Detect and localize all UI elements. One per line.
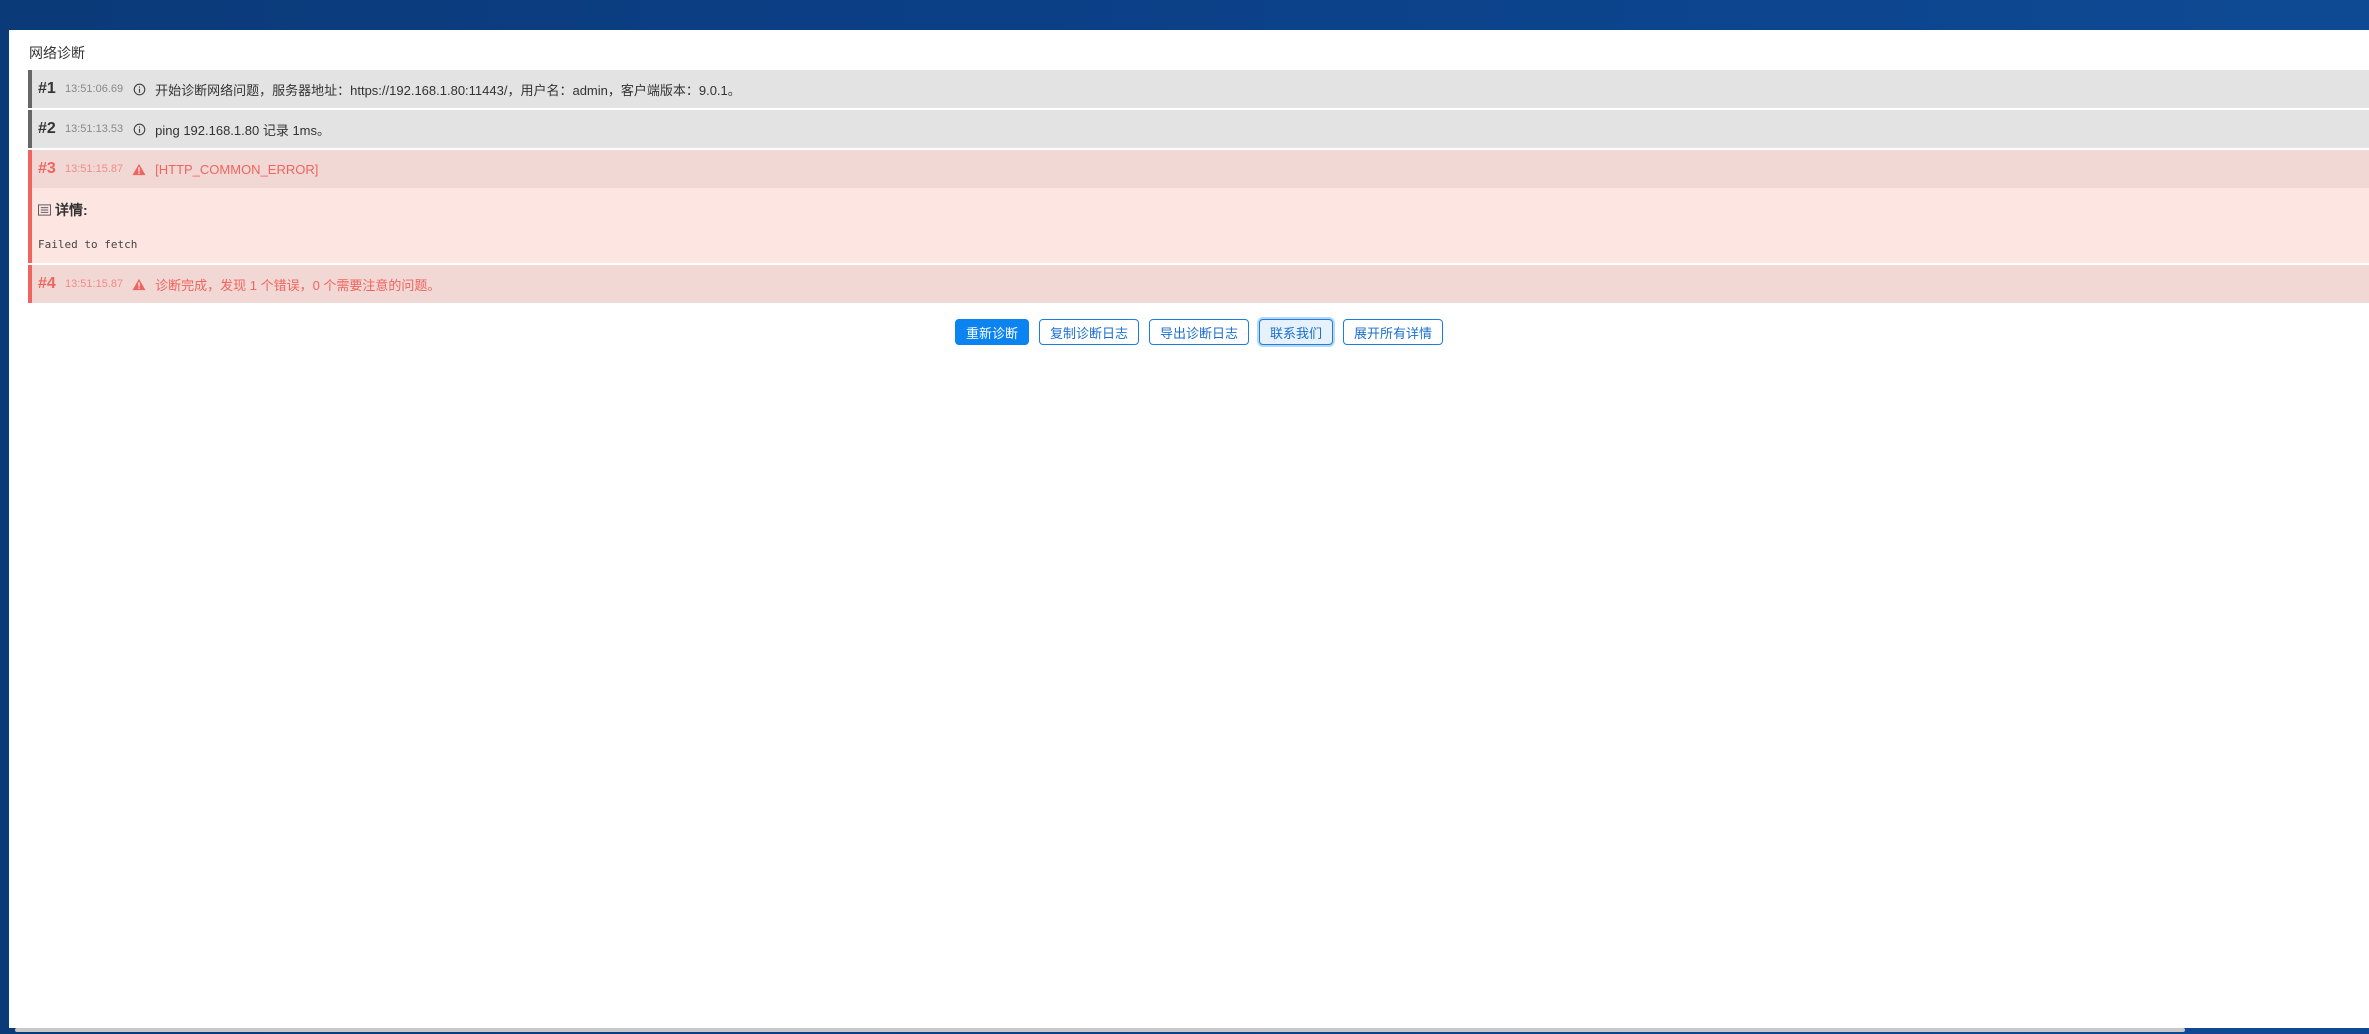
log-entry-4: #4 13:51:15.87 诊断完成，发现 1 个错误，0 个需要注意的问题。 xyxy=(28,265,2369,303)
entry-time: 13:51:15.87 xyxy=(65,163,124,175)
horizontal-scrollbar[interactable] xyxy=(15,1028,2185,1032)
info-circle-icon xyxy=(131,81,147,97)
copy-log-button[interactable]: 复制诊断日志 xyxy=(1038,319,1139,345)
entry-time: 13:51:13.53 xyxy=(65,123,124,135)
details-body: Failed to fetch xyxy=(38,238,138,251)
entry-number: #2 xyxy=(38,120,56,137)
log-entry-3[interactable]: #3 13:51:15.87 [HTTP_COMMON_ERROR] 详情: F… xyxy=(28,150,2369,263)
entry-number: #1 xyxy=(38,80,56,97)
entry-message: 开始诊断网络问题，服务器地址：https://192.168.1.80:1144… xyxy=(155,82,741,98)
warning-triangle-icon xyxy=(131,276,147,292)
entry-time: 13:51:06.69 xyxy=(65,83,124,95)
log-entry-1: #1 13:51:06.69 开始诊断网络问题，服务器地址：https://19… xyxy=(28,70,2369,108)
entry-number: #3 xyxy=(38,160,56,177)
expand-all-button[interactable]: 展开所有详情 xyxy=(1343,319,1444,345)
list-icon xyxy=(38,204,51,216)
export-log-button[interactable]: 导出诊断日志 xyxy=(1148,319,1249,345)
contact-us-button[interactable]: 联系我们 xyxy=(1259,319,1334,345)
entry-message: 诊断完成，发现 1 个错误，0 个需要注意的问题。 xyxy=(155,277,441,293)
action-bar: 重新诊断 复制诊断日志 导出诊断日志 联系我们 展开所有详情 xyxy=(9,319,2369,345)
entry-time: 13:51:15.87 xyxy=(65,278,124,290)
window-title: 网络诊断 xyxy=(29,45,85,61)
entry-message: [HTTP_COMMON_ERROR] xyxy=(155,161,319,177)
entry-details: 详情: Failed to fetch xyxy=(32,188,2369,263)
entry-message: ping 192.168.1.80 记录 1ms。 xyxy=(155,122,331,138)
info-circle-icon xyxy=(131,121,147,137)
warning-triangle-icon xyxy=(131,161,147,177)
rediagnose-button[interactable]: 重新诊断 xyxy=(954,319,1029,345)
entry-number: #4 xyxy=(38,275,56,292)
details-title: 详情: xyxy=(55,202,88,218)
log-entry-2: #2 13:51:13.53 ping 192.168.1.80 记录 1ms。 xyxy=(28,110,2369,148)
diagnosis-log: #1 13:51:06.69 开始诊断网络问题，服务器地址：https://19… xyxy=(28,70,2369,305)
diagnosis-window: 网络诊断 #1 13:51:06.69 开始诊断网络问题，服务器地址：https… xyxy=(9,30,2369,1028)
